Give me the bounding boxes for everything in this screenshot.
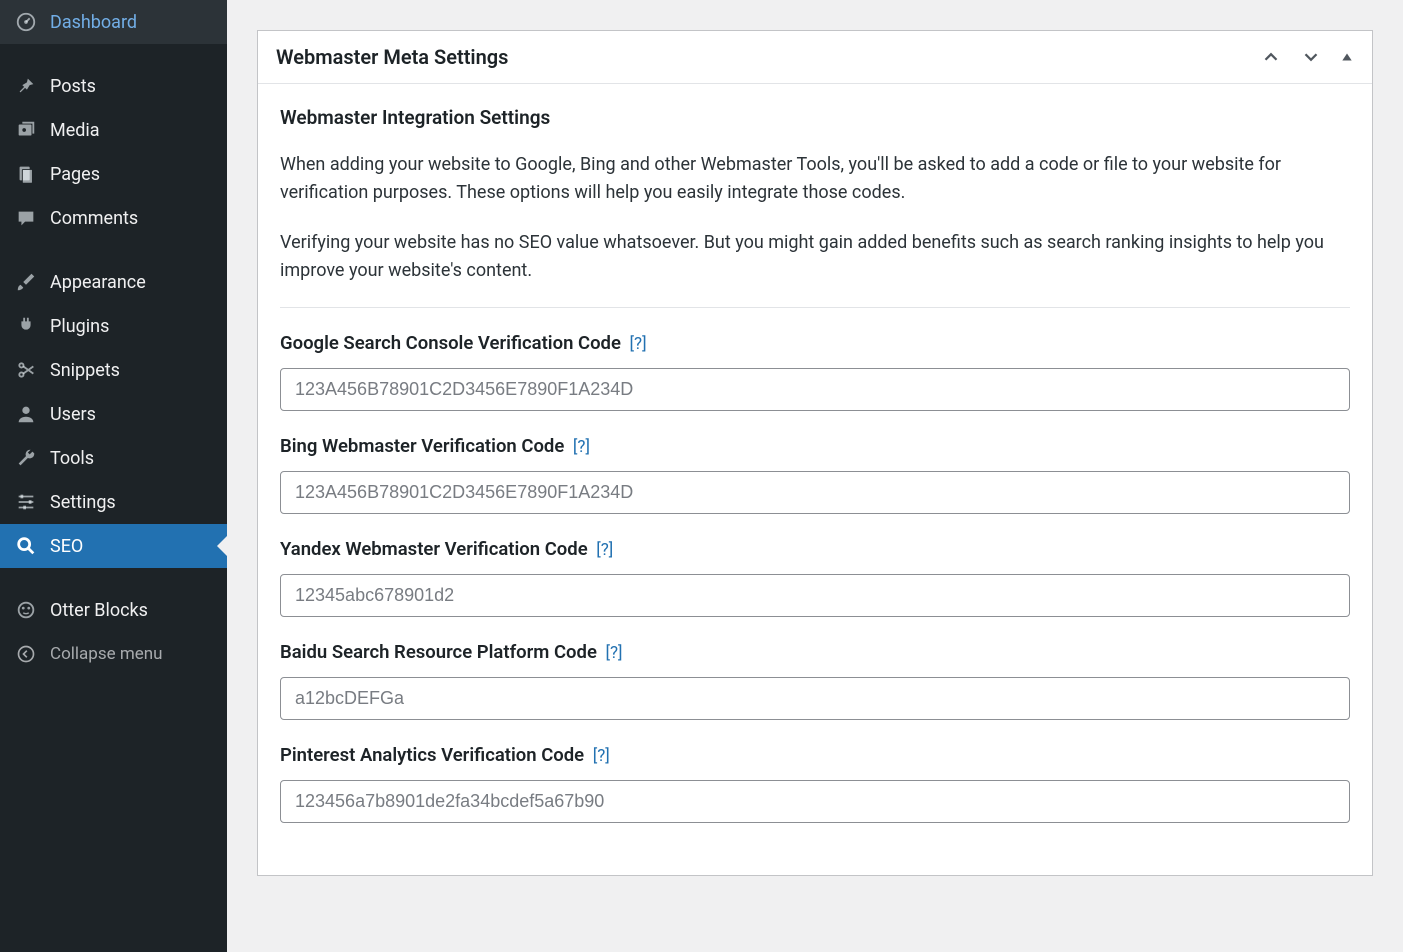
- field-label: Bing Webmaster Verification Code [?]: [280, 435, 1350, 457]
- user-icon: [14, 402, 38, 426]
- field-label: Baidu Search Resource Platform Code [?]: [280, 641, 1350, 663]
- pages-icon: [14, 162, 38, 186]
- field-label: Google Search Console Verification Code …: [280, 332, 1350, 354]
- webmaster-meta-panel: Webmaster Meta Settings Webmaster Integr…: [257, 30, 1373, 876]
- panel-divider: [280, 307, 1350, 308]
- sidebar-item-label: Pages: [50, 164, 100, 185]
- sidebar-item-label: Comments: [50, 208, 138, 229]
- panel-paragraph-2: Verifying your website has no SEO value …: [280, 229, 1350, 285]
- scissors-icon: [14, 358, 38, 382]
- sidebar-item-snippets[interactable]: Snippets: [0, 348, 227, 392]
- search-icon: [14, 534, 38, 558]
- field-yandex-webmaster: Yandex Webmaster Verification Code [?]: [280, 538, 1350, 617]
- sidebar-item-label: Settings: [50, 492, 116, 513]
- media-icon: [14, 118, 38, 142]
- collapse-icon: [14, 642, 38, 666]
- panel-header: Webmaster Meta Settings: [258, 31, 1372, 84]
- help-link[interactable]: [?]: [573, 437, 590, 457]
- sidebar-item-appearance[interactable]: Appearance: [0, 260, 227, 304]
- sidebar-item-users[interactable]: Users: [0, 392, 227, 436]
- panel-title: Webmaster Meta Settings: [276, 45, 508, 69]
- yandex-verification-input[interactable]: [280, 574, 1350, 617]
- panel-body: Webmaster Integration Settings When addi…: [258, 84, 1372, 875]
- sidebar-item-label: Collapse menu: [50, 644, 163, 664]
- wrench-icon: [14, 446, 38, 470]
- sidebar-item-label: Plugins: [50, 316, 109, 337]
- sidebar-item-posts[interactable]: Posts: [0, 64, 227, 108]
- panel-toggle-button[interactable]: [1340, 50, 1354, 64]
- dashboard-icon: [14, 10, 38, 34]
- otter-icon: [14, 598, 38, 622]
- sidebar-item-dashboard[interactable]: Dashboard: [0, 0, 227, 44]
- sidebar-item-label: Users: [50, 404, 96, 425]
- bing-verification-input[interactable]: [280, 471, 1350, 514]
- comment-icon: [14, 206, 38, 230]
- help-link[interactable]: [?]: [630, 334, 647, 354]
- panel-move-down-button[interactable]: [1300, 46, 1322, 68]
- sidebar-item-label: Appearance: [50, 272, 146, 293]
- admin-sidebar: Dashboard Posts Media Pages Comments App…: [0, 0, 227, 952]
- sidebar-item-label: SEO: [50, 536, 83, 557]
- sidebar-item-seo[interactable]: SEO: [0, 524, 227, 568]
- google-verification-input[interactable]: [280, 368, 1350, 411]
- help-link[interactable]: [?]: [593, 746, 610, 766]
- sidebar-item-pages[interactable]: Pages: [0, 152, 227, 196]
- sidebar-collapse-toggle[interactable]: Collapse menu: [0, 632, 227, 676]
- sidebar-item-otter-blocks[interactable]: Otter Blocks: [0, 588, 227, 632]
- field-label: Pinterest Analytics Verification Code [?…: [280, 744, 1350, 766]
- sidebar-item-settings[interactable]: Settings: [0, 480, 227, 524]
- sidebar-item-label: Posts: [50, 76, 96, 97]
- field-baidu-search: Baidu Search Resource Platform Code [?]: [280, 641, 1350, 720]
- help-link[interactable]: [?]: [606, 643, 623, 663]
- sidebar-item-label: Dashboard: [50, 12, 137, 33]
- field-google-search-console: Google Search Console Verification Code …: [280, 332, 1350, 411]
- pin-icon: [14, 74, 38, 98]
- field-label: Yandex Webmaster Verification Code [?]: [280, 538, 1350, 560]
- panel-paragraph-1: When adding your website to Google, Bing…: [280, 151, 1350, 207]
- sidebar-item-plugins[interactable]: Plugins: [0, 304, 227, 348]
- sidebar-item-label: Otter Blocks: [50, 600, 148, 621]
- baidu-verification-input[interactable]: [280, 677, 1350, 720]
- sidebar-item-comments[interactable]: Comments: [0, 196, 227, 240]
- main-content: Webmaster Meta Settings Webmaster Integr…: [227, 0, 1403, 952]
- sidebar-item-label: Media: [50, 120, 100, 141]
- sliders-icon: [14, 490, 38, 514]
- pinterest-verification-input[interactable]: [280, 780, 1350, 823]
- help-link[interactable]: [?]: [596, 540, 613, 560]
- sidebar-item-media[interactable]: Media: [0, 108, 227, 152]
- panel-controls: [1260, 46, 1354, 68]
- plug-icon: [14, 314, 38, 338]
- panel-move-up-button[interactable]: [1260, 46, 1282, 68]
- sidebar-item-label: Tools: [50, 448, 94, 469]
- panel-subheading: Webmaster Integration Settings: [280, 106, 1350, 129]
- sidebar-item-tools[interactable]: Tools: [0, 436, 227, 480]
- field-bing-webmaster: Bing Webmaster Verification Code [?]: [280, 435, 1350, 514]
- sidebar-item-label: Snippets: [50, 360, 120, 381]
- brush-icon: [14, 270, 38, 294]
- field-pinterest-analytics: Pinterest Analytics Verification Code [?…: [280, 744, 1350, 823]
